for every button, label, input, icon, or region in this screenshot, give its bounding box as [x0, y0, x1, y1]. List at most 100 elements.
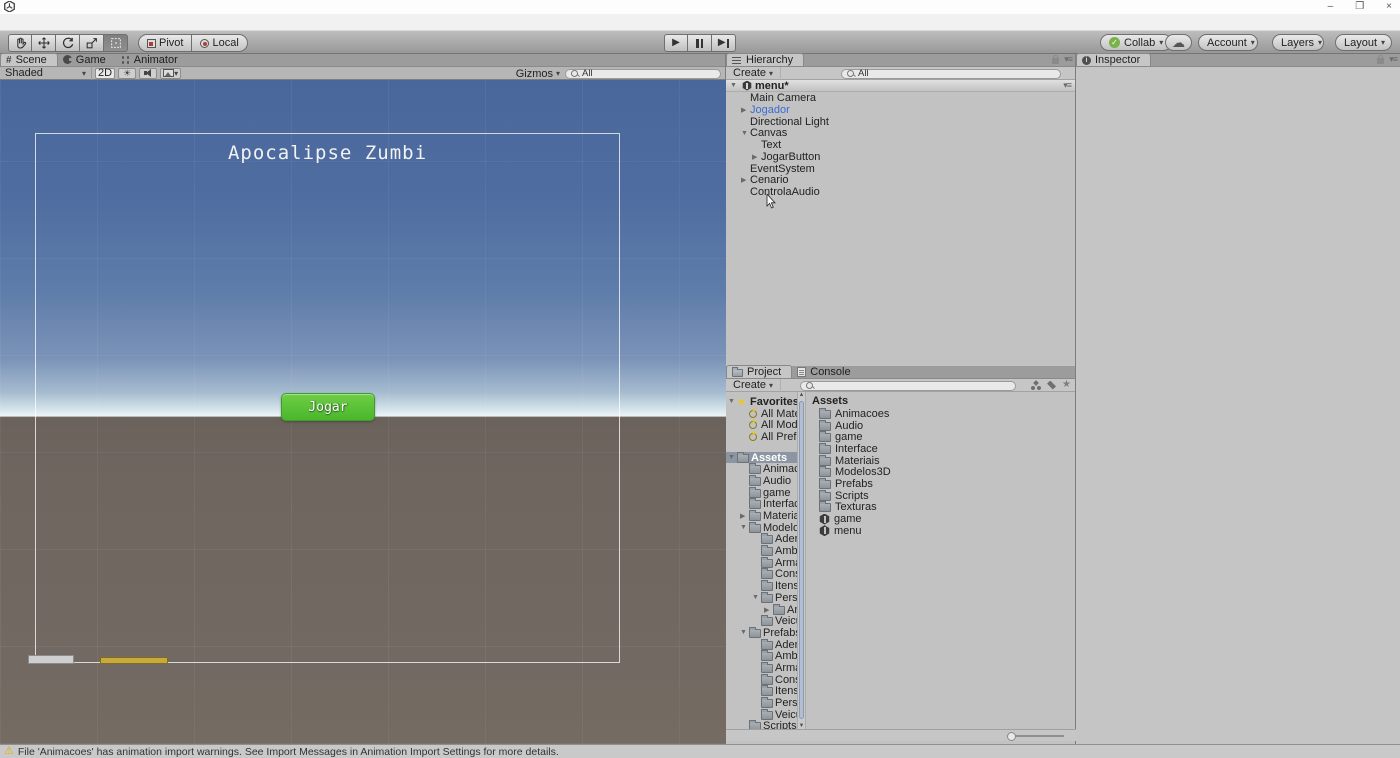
foldout-arrow-icon[interactable]: ▶	[764, 606, 773, 614]
search-by-label-icon[interactable]	[1047, 381, 1056, 390]
hand-tool-button[interactable]	[8, 34, 32, 52]
lock-icon[interactable]	[1052, 58, 1059, 64]
folder-tree-item[interactable]: Adere	[726, 639, 797, 651]
scene-viewport[interactable]: Apocalipse Zumbi Jogar	[0, 80, 726, 744]
folder-tree-item[interactable]: Ambie	[726, 650, 797, 662]
folder-tree-item[interactable]: Perso	[726, 697, 797, 709]
hierarchy-item[interactable]: ▶ Cenario	[726, 175, 1075, 187]
hierarchy-item[interactable]: Main Camera	[726, 92, 1075, 104]
scene-search-input[interactable]: All	[565, 69, 721, 79]
folder-tree-item[interactable]: Const	[726, 569, 797, 581]
foldout-arrow-icon[interactable]: ▶	[752, 153, 761, 161]
folder-tree-item[interactable]: Veicul	[726, 615, 797, 627]
scrollbar-thumb[interactable]	[799, 401, 804, 719]
hierarchy-tab[interactable]: Hierarchy	[726, 53, 804, 66]
view-tab[interactable]: Game	[58, 53, 116, 66]
view-tab[interactable]: Scene	[0, 53, 58, 66]
scene-object-building[interactable]	[28, 655, 74, 664]
folder-tree-item[interactable]	[726, 443, 797, 452]
folder-tree-item[interactable]: Const	[726, 674, 797, 686]
hierarchy-item[interactable]: ▼ Canvas	[726, 127, 1075, 139]
gizmos-dropdown[interactable]: Gizmos▾	[516, 68, 560, 80]
scene-menu-icon[interactable]: ▾≡	[1063, 81, 1071, 90]
asset-item[interactable]: menu	[806, 525, 1076, 537]
layers-button[interactable]: Layers▾	[1272, 34, 1324, 51]
favorites-star-icon[interactable]: ★	[1062, 380, 1071, 390]
folder-tree-item[interactable]: ▶ Ani	[726, 604, 797, 616]
asset-item[interactable]: Interface	[806, 443, 1076, 455]
pivot-button[interactable]: Pivot	[138, 34, 192, 52]
effects-toggle[interactable]: ▾	[160, 68, 181, 79]
folder-tree-item[interactable]: All Mode	[726, 419, 797, 431]
panel-tab[interactable]: Console	[792, 365, 860, 378]
play-button[interactable]: ▶	[664, 34, 688, 52]
asset-item[interactable]: Materiais	[806, 455, 1076, 467]
2d-toggle[interactable]: 2D	[95, 68, 115, 79]
folder-tree-item[interactable]: Itens	[726, 580, 797, 592]
scale-tool-button[interactable]	[80, 34, 104, 52]
cloud-button[interactable]: ☁	[1165, 34, 1192, 51]
layout-button[interactable]: Layout▾	[1335, 34, 1392, 51]
folder-tree-item[interactable]: Animaco	[726, 463, 797, 475]
audio-toggle[interactable]	[139, 68, 157, 79]
folder-tree-item[interactable]: ▼ Prefabs	[726, 627, 797, 639]
minimize-button[interactable]: –	[1328, 0, 1334, 13]
asset-item[interactable]: Texturas	[806, 502, 1076, 514]
folder-tree-item[interactable]: Armas	[726, 662, 797, 674]
asset-item[interactable]: game	[806, 431, 1076, 443]
folder-tree-item[interactable]: ▼ Perso	[726, 592, 797, 604]
hierarchy-create-button[interactable]: Create▾	[726, 67, 781, 80]
shading-mode-dropdown[interactable]: Shaded▾	[0, 67, 92, 80]
folder-tree-item[interactable]: Scripts	[726, 721, 797, 729]
tree-scrollbar[interactable]: ▲ ▼	[797, 392, 806, 729]
hierarchy-item[interactable]: ControlaAudio	[726, 186, 1075, 198]
scene-object-bus[interactable]	[100, 657, 168, 664]
account-button[interactable]: Account▾	[1198, 34, 1258, 51]
folder-tree-item[interactable]: All Prefa	[726, 431, 797, 443]
project-search-input[interactable]	[800, 381, 1016, 391]
folder-tree-item[interactable]: ▼ Modelos	[726, 522, 797, 534]
panel-menu-icon[interactable]: ▾≡	[1064, 55, 1072, 64]
inspector-tab[interactable]: Inspector	[1076, 53, 1151, 66]
folder-tree-item[interactable]: Ambie	[726, 545, 797, 557]
folder-tree-item[interactable]: game	[726, 487, 797, 499]
foldout-arrow-icon[interactable]: ▶	[741, 176, 750, 184]
folder-tree-item[interactable]: Itens	[726, 686, 797, 698]
collab-button[interactable]: ✓Collab▾	[1100, 34, 1172, 51]
foldout-arrow-icon[interactable]: ▼	[752, 594, 761, 601]
project-create-button[interactable]: Create▾	[726, 379, 781, 392]
search-by-type-icon[interactable]	[1031, 381, 1041, 390]
hierarchy-search-input[interactable]: All	[841, 69, 1061, 79]
maximize-button[interactable]: ❐	[1355, 0, 1364, 13]
step-button[interactable]: ▶	[712, 34, 736, 52]
foldout-arrow-icon[interactable]: ▼	[740, 629, 749, 636]
folder-tree-item[interactable]: Audio	[726, 475, 797, 487]
rect-tool-button[interactable]	[104, 34, 128, 52]
rotate-tool-button[interactable]	[56, 34, 80, 52]
folder-tree-item[interactable]: Armas	[726, 557, 797, 569]
local-button[interactable]: Local	[192, 34, 247, 52]
folder-tree-item[interactable]: ▶ Materiais	[726, 510, 797, 522]
panel-menu-icon[interactable]: ▾≡	[1389, 55, 1397, 64]
foldout-arrow-icon[interactable]: ▼	[728, 454, 737, 461]
view-tab[interactable]: Animator	[116, 53, 188, 66]
foldout-arrow-icon[interactable]: ▶	[741, 106, 750, 114]
hierarchy-item[interactable]: EventSystem	[726, 163, 1075, 175]
pause-button[interactable]	[688, 34, 712, 52]
folder-tree-item[interactable]: Adere	[726, 534, 797, 546]
hierarchy-item[interactable]: Text	[726, 139, 1075, 151]
foldout-arrow-icon[interactable]: ▼	[741, 130, 750, 137]
asset-item[interactable]: Scripts	[806, 490, 1076, 502]
hierarchy-item[interactable]: ▶ JogarButton	[726, 151, 1075, 163]
folder-tree-item[interactable]: Veicul	[726, 709, 797, 721]
asset-item[interactable]: Animacoes	[806, 408, 1076, 420]
move-tool-button[interactable]	[32, 34, 56, 52]
status-bar[interactable]: ⚠ File 'Animacoes' has animation import …	[0, 744, 1400, 758]
panel-tab[interactable]: Project	[726, 365, 792, 378]
asset-item[interactable]: game	[806, 513, 1076, 525]
scroll-up-icon[interactable]: ▲	[798, 392, 805, 398]
folder-tree-item[interactable]: All Mater	[726, 408, 797, 420]
close-button[interactable]: ×	[1386, 0, 1392, 13]
folder-tree-item[interactable]: ▼ Assets	[726, 452, 797, 464]
asset-item[interactable]: Prefabs	[806, 478, 1076, 490]
